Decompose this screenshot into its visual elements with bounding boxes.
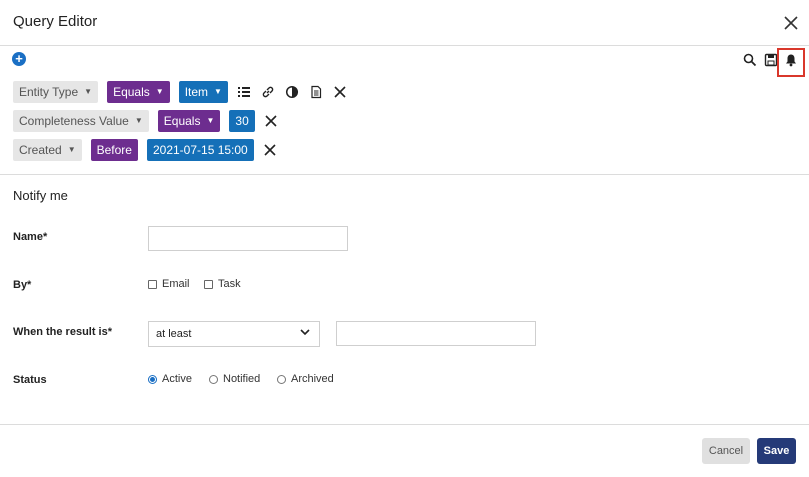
cancel-button[interactable]: Cancel (702, 438, 750, 464)
filter-row-entity-type: Entity Type ▼ Equals ▼ Item ▼ (13, 81, 347, 103)
filter-field-dropdown[interactable]: Entity Type ▼ (13, 81, 99, 103)
notify-section-title: Notify me (13, 188, 68, 203)
filter-operator-dropdown[interactable]: Equals ▼ (107, 81, 170, 103)
filter-field-label: Entity Type (19, 85, 79, 99)
filter-value-dropdown[interactable]: Item ▼ (178, 81, 228, 103)
filter-row-created: Created ▼ Before 2021-07-15 15:00 (13, 139, 277, 161)
task-checkbox[interactable]: Task (204, 278, 241, 290)
status-active-label: Active (162, 373, 192, 385)
filter-value-label: 30 (235, 114, 249, 128)
remove-filter-icon[interactable] (264, 114, 278, 128)
dialog-title: Query Editor (13, 13, 98, 30)
filter-value-date[interactable]: 2021-07-15 15:00 (146, 139, 254, 161)
name-label: Name* (13, 231, 48, 243)
when-value-input[interactable] (336, 321, 536, 346)
name-input[interactable] (148, 226, 348, 251)
remove-filter-icon[interactable] (263, 143, 277, 157)
checkbox-box (148, 279, 157, 289)
contrast-icon[interactable] (285, 85, 299, 99)
status-radio-notified[interactable]: Notified (209, 373, 260, 385)
document-icon[interactable] (309, 85, 323, 99)
filter-row-completeness: Completeness Value ▼ Equals ▼ 30 (13, 110, 278, 132)
status-radio-archived[interactable]: Archived (277, 373, 334, 385)
radio-button (209, 374, 218, 384)
filter-value-input[interactable]: 30 (229, 110, 255, 132)
filter-field-label: Created (19, 143, 62, 157)
filter-operator-label: Before (96, 143, 132, 157)
plus-circle-icon[interactable]: + (12, 52, 26, 66)
status-notified-label: Notified (223, 373, 261, 385)
section-divider (0, 174, 809, 175)
filter-value-label: 2021-07-15 15:00 (152, 143, 248, 157)
list-icon[interactable] (237, 85, 251, 99)
search-icon[interactable] (743, 53, 757, 67)
checkbox-box (204, 279, 213, 289)
filter-value-label: Item (184, 85, 209, 99)
when-label: When the result is* (13, 326, 113, 338)
close-icon[interactable] (782, 14, 800, 32)
footer-divider (0, 424, 809, 425)
filter-field-dropdown[interactable]: Completeness Value ▼ (13, 110, 149, 132)
filter-operator-label: Equals (163, 114, 201, 128)
chevron-down-icon: ▼ (134, 116, 143, 125)
chevron-down-icon: ▼ (206, 116, 215, 125)
chevron-down-icon: ▼ (84, 87, 93, 96)
filter-field-label: Completeness Value (19, 114, 129, 128)
when-condition-value: at least (156, 328, 192, 340)
bell-highlight (777, 48, 805, 77)
status-archived-label: Archived (291, 373, 334, 385)
dialog-header: Query Editor (0, 0, 809, 46)
status-radio-active[interactable]: Active (148, 373, 192, 385)
query-toolbar: + (0, 46, 809, 76)
chevron-down-icon: ▼ (214, 87, 222, 96)
email-checkbox[interactable]: Email (148, 278, 190, 290)
filter-field-dropdown[interactable]: Created ▼ (13, 139, 82, 161)
save-button[interactable]: Save (757, 438, 796, 464)
chevron-down-icon: ▼ (155, 87, 164, 96)
by-label: By* (13, 279, 32, 291)
email-checkbox-label: Email (162, 278, 190, 290)
radio-button (277, 374, 286, 384)
remove-filter-icon[interactable] (333, 85, 347, 99)
chevron-down-icon: ▼ (67, 145, 76, 154)
filter-operator-label: Equals (113, 85, 150, 99)
chevron-down-icon (300, 329, 310, 336)
radio-button (148, 374, 157, 384)
filter-operator-dropdown[interactable]: Before (90, 139, 138, 161)
when-condition-select[interactable]: at least (148, 321, 320, 347)
link-icon[interactable] (261, 85, 275, 99)
task-checkbox-label: Task (218, 278, 241, 290)
filter-operator-dropdown[interactable]: Equals ▼ (157, 110, 221, 132)
save-icon[interactable] (764, 53, 778, 67)
status-label: Status (13, 374, 47, 386)
